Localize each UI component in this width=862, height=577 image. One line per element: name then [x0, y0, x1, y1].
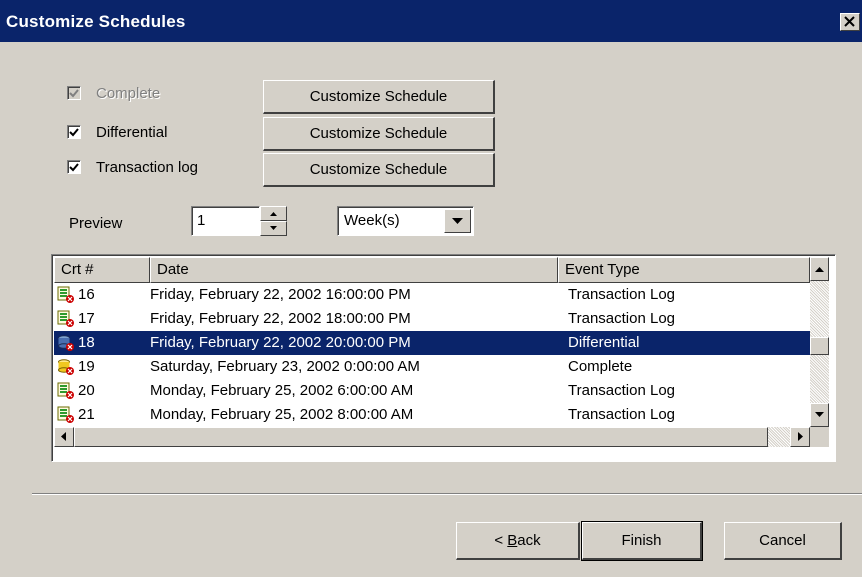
complete-checkbox[interactable]: [67, 86, 81, 100]
preview-label: Preview: [69, 215, 123, 232]
row-event-type: Transaction Log: [568, 310, 676, 327]
column-header-date[interactable]: Date: [150, 257, 558, 283]
preview-unit-select[interactable]: Week(s): [337, 206, 474, 236]
column-header-event-type[interactable]: Event Type: [558, 257, 810, 283]
horizontal-scrollbar[interactable]: [54, 427, 810, 447]
back-prefix: <: [494, 532, 508, 549]
preview-unit-value: Week(s): [344, 212, 400, 229]
row-event-type: Transaction Log: [568, 406, 676, 423]
transaction-log-label: Transaction log: [96, 159, 198, 176]
separator-highlight: [32, 494, 862, 495]
scroll-up-button[interactable]: [810, 257, 829, 281]
check-icon: [69, 89, 79, 98]
check-icon: [69, 163, 79, 172]
transaction-log-icon: [57, 382, 75, 400]
scrollbar-corner: [810, 427, 829, 447]
scroll-right-button[interactable]: [790, 427, 810, 447]
row-date: Friday, February 22, 2002 18:00:00 PM: [150, 310, 411, 327]
arrow-down-icon: [815, 412, 824, 417]
arrow-left-icon: [61, 432, 66, 441]
row-event-type: Transaction Log: [568, 286, 676, 303]
row-date: Saturday, February 23, 2002 0:00:00 AM: [150, 358, 420, 375]
customize-transaction-log-button[interactable]: Customize Schedule: [263, 153, 495, 187]
table-row[interactable]: 16 Friday, February 22, 2002 16:00:00 PM T…: [54, 283, 810, 307]
row-event-type: Transaction Log: [568, 382, 676, 399]
back-button[interactable]: < Back: [456, 522, 580, 560]
customize-differential-button[interactable]: Customize Schedule: [263, 117, 495, 151]
differential-icon: [57, 334, 75, 352]
transaction-log-icon: [57, 286, 75, 304]
transaction-log-icon: [57, 406, 75, 424]
preview-count-value: 1: [197, 212, 206, 229]
title-bar: Customize Schedules: [0, 0, 862, 42]
customize-complete-button[interactable]: Customize Schedule: [263, 80, 495, 114]
table-row[interactable]: 19 Saturday, February 23, 2002 0:00:00 AM…: [54, 355, 810, 379]
finish-button[interactable]: Finish: [581, 521, 703, 561]
schedule-list[interactable]: Crt # Date Event Type 16 Friday, February…: [51, 254, 836, 462]
complete-icon: [57, 358, 75, 376]
arrow-up-icon: [270, 212, 277, 216]
window-title: Customize Schedules: [6, 12, 186, 31]
differential-label: Differential: [96, 124, 168, 141]
horizontal-scroll-thumb[interactable]: [74, 427, 768, 447]
table-row[interactable]: 18 Friday, February 22, 2002 20:00:00 PM D…: [54, 331, 810, 355]
arrow-up-icon: [815, 267, 824, 272]
row-date: Friday, February 22, 2002 16:00:00 PM: [150, 286, 411, 303]
column-header-crt[interactable]: Crt #: [54, 257, 150, 283]
row-number: 17: [78, 310, 95, 327]
row-number: 20: [78, 382, 95, 399]
close-icon: [844, 16, 855, 27]
complete-label: Complete: [96, 85, 161, 102]
back-label: < Back: [494, 532, 540, 549]
list-rows: 16 Friday, February 22, 2002 16:00:00 PM T…: [54, 283, 810, 427]
back-accelerator: B: [507, 532, 518, 549]
arrow-down-icon: [270, 226, 277, 230]
vertical-scrollbar[interactable]: [810, 257, 829, 427]
close-button[interactable]: [840, 13, 860, 31]
table-row[interactable]: 17 Friday, February 22, 2002 18:00:00 PM T…: [54, 307, 810, 331]
scroll-down-button[interactable]: [810, 403, 829, 427]
preview-count-field[interactable]: 1: [191, 206, 260, 236]
row-number: 19: [78, 358, 95, 375]
row-date: Monday, February 25, 2002 8:00:00 AM: [150, 406, 414, 423]
row-event-type: Differential: [568, 334, 640, 351]
row-number: 18: [78, 334, 95, 351]
dropdown-button[interactable]: [444, 209, 471, 233]
scroll-left-button[interactable]: [54, 427, 74, 447]
spin-up-button[interactable]: [260, 206, 287, 221]
row-number: 16: [78, 286, 95, 303]
check-icon: [69, 128, 79, 137]
row-date: Monday, February 25, 2002 6:00:00 AM: [150, 382, 414, 399]
row-date: Friday, February 22, 2002 20:00:00 PM: [150, 334, 411, 351]
transaction-log-checkbox[interactable]: [67, 160, 81, 174]
scroll-thumb[interactable]: [810, 337, 829, 355]
spin-down-button[interactable]: [260, 221, 287, 236]
table-row[interactable]: 21 Monday, February 25, 2002 8:00:00 AM Tr…: [54, 403, 810, 427]
chevron-down-icon: [452, 218, 463, 224]
row-event-type: Complete: [568, 358, 633, 375]
arrow-right-icon: [798, 432, 803, 441]
transaction-log-icon: [57, 310, 75, 328]
cancel-button[interactable]: Cancel: [724, 522, 842, 560]
back-label-rest: ack: [517, 532, 541, 549]
row-number: 21: [78, 406, 95, 423]
differential-checkbox[interactable]: [67, 125, 81, 139]
table-row[interactable]: 20 Monday, February 25, 2002 6:00:00 AM Tr…: [54, 379, 810, 403]
